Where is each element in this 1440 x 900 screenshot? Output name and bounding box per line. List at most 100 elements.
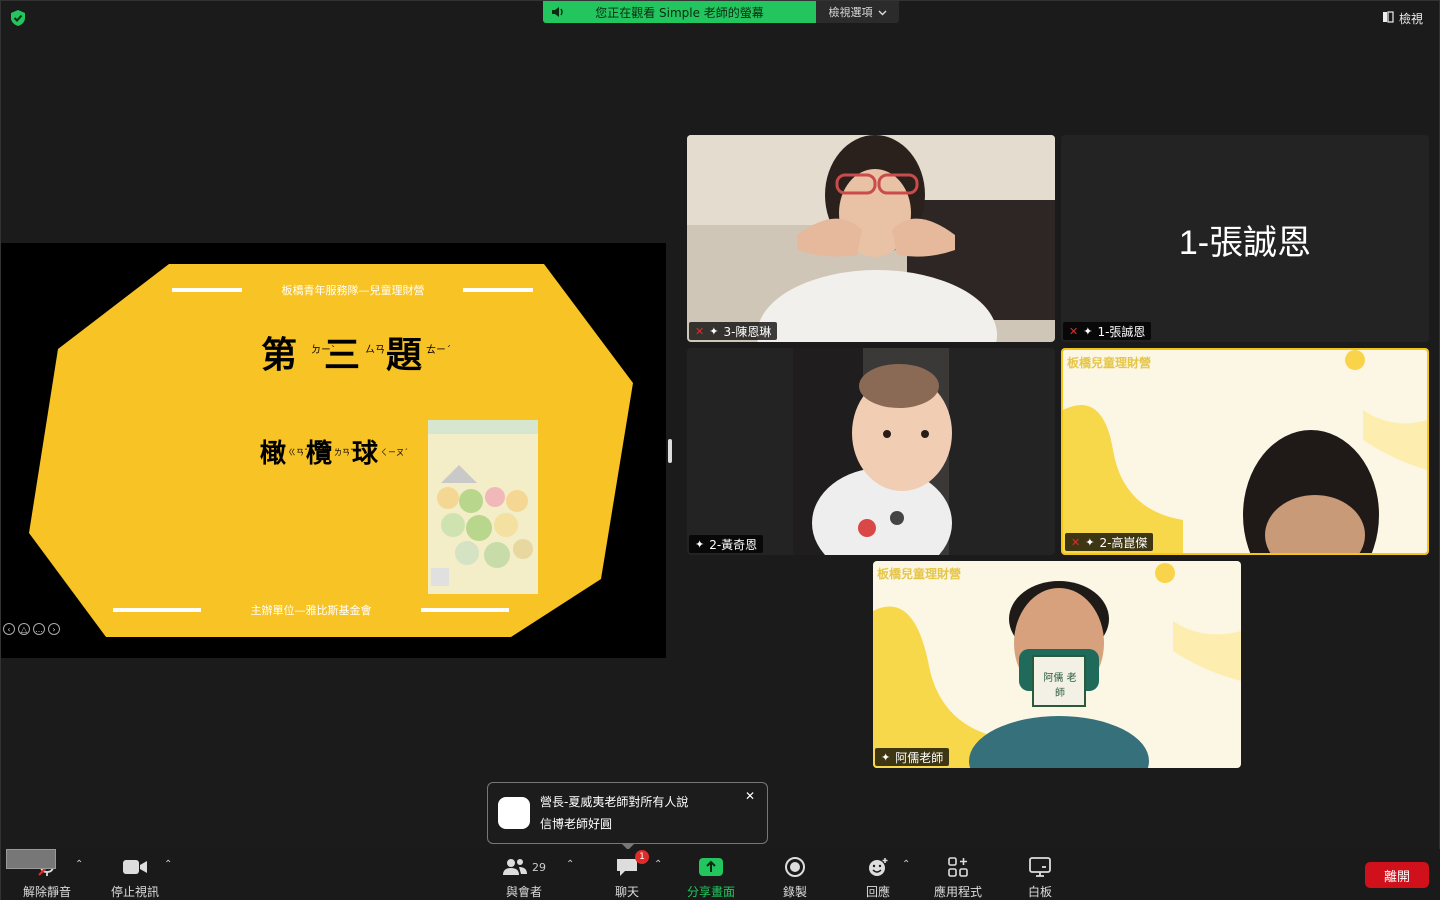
slide-answer-char-1: 橄 [260, 439, 286, 469]
prev-slide-icon[interactable]: ‹ [3, 623, 15, 635]
participant-video [873, 561, 1241, 768]
slide-heading-zhuyin-2: ㄙㄢ [365, 344, 385, 356]
security-shield-icon[interactable] [9, 9, 27, 27]
view-layout-icon [1382, 11, 1394, 26]
slide-canvas: 板橋青年服務隊—兒童理財營 第 ㄉㄧˋ 三 ㄙㄢ 題 ㄊㄧˊ 橄 ㄍㄢˇ 欖 ㄌ… [29, 264, 633, 637]
share-status-text: 您正在觀看 Simple 老師的螢幕 [595, 5, 764, 20]
participant-count: 29 [532, 860, 546, 874]
audio-options-chevron-icon[interactable]: ⌃ [75, 859, 83, 870]
participant-name-tag: ✕ ✦ 1-張誠恩 [1063, 322, 1152, 340]
stop-video-label: 停止視訊 [110, 885, 159, 899]
reactions-label: 回應 [865, 885, 890, 899]
sender-avatar [498, 797, 530, 829]
participant-name: 1-張誠恩 [1097, 324, 1146, 339]
slide-footer-rule-left [113, 608, 201, 612]
pen-tool-icon[interactable]: △ [18, 623, 30, 635]
slide-rule-left [172, 288, 242, 292]
video-tile[interactable]: 板橋兒童理財營 阿儒 老師 ✦ 阿儒老師 [873, 561, 1241, 768]
mic-muted-icon: ✕ [1071, 535, 1081, 549]
pin-icon: ✦ [709, 324, 719, 338]
speaker-icon[interactable] [543, 6, 573, 18]
slide-heading-zhuyin-3: ㄊㄧˊ [426, 344, 451, 356]
view-button[interactable]: 檢視 [1382, 10, 1423, 27]
participants-icon [503, 859, 527, 875]
pin-icon: ✦ [1085, 535, 1095, 549]
slide-rule-right [463, 288, 533, 292]
record-label: 錄製 [782, 885, 807, 899]
video-tile-active-speaker[interactable]: 板橋兒童理財營 ✕ ✦ 2-高崑傑 [1061, 348, 1429, 555]
view-options-dropdown[interactable]: 檢視選項 [816, 1, 899, 23]
participants-options-chevron-icon[interactable]: ⌃ [566, 859, 574, 870]
video-tile[interactable]: ✕ ✦ 3-陳恩琳 [687, 135, 1055, 342]
participant-name: 阿儒老師 [895, 750, 944, 765]
participant-name: 2-黃奇恩 [709, 537, 758, 552]
view-options-label: 檢視選項 [828, 6, 873, 19]
chat-icon: 1 [615, 850, 649, 881]
more-options-icon[interactable]: … [33, 623, 45, 635]
whiteboard-label: 白板 [1027, 885, 1052, 899]
whiteboard-icon [1028, 853, 1052, 881]
slide-answer-zhuyin-3: ㄑㄧㄡˊ [380, 447, 408, 457]
mic-muted-icon: ✕ [695, 324, 705, 338]
chat-unread-badge: 1 [635, 850, 649, 864]
pin-icon: ✦ [881, 750, 891, 764]
apps-label: 應用程式 [933, 885, 982, 899]
slide-answer-char-2: 欖 [306, 439, 332, 469]
participants-label: 與會者 [505, 885, 542, 899]
view-label: 檢視 [1398, 12, 1423, 26]
slide-heading-char-3: 題 [386, 335, 422, 376]
next-slide-icon[interactable]: › [48, 623, 60, 635]
stop-video-button[interactable]: 停止視訊 [95, 853, 175, 900]
participant-name-tag: ✕ ✦ 2-高崑傑 [1065, 533, 1154, 551]
virtual-background-label: 板橋兒童理財營 [877, 567, 962, 581]
participants-group: 29 [502, 853, 546, 881]
participant-name-tag: ✦ 2-黃奇恩 [689, 535, 764, 553]
share-status: 您正在觀看 Simple 老師的螢幕 [543, 1, 816, 23]
slide-org-title: 板橋青年服務隊—兒童理財營 [282, 283, 425, 297]
self-view-thumbnail[interactable] [6, 849, 56, 869]
participant-name: 3-陳恩琳 [723, 324, 772, 339]
share-screen-icon [698, 853, 724, 881]
video-tile[interactable]: 1-張誠恩 ✕ ✦ 1-張誠恩 [1061, 135, 1429, 342]
video-tile[interactable]: ✦ 2-黃奇恩 [687, 348, 1055, 555]
participant-name: 2-高崑傑 [1099, 535, 1148, 550]
slide-footer: 主辦單位—雅比斯基金會 [251, 603, 372, 617]
video-camera-icon [122, 853, 148, 881]
slide-heading-char-2: 三 [324, 335, 360, 376]
video-options-chevron-icon[interactable]: ⌃ [164, 859, 172, 870]
meeting-toolbar: 解除靜音 ⌃ 停止視訊 ⌃ 29 與會者 ⌃ 1 聊天 ⌃ 分享畫面 錄製 回應… [1, 849, 1440, 900]
participants-button[interactable]: 29 與會者 [484, 853, 564, 900]
reactions-options-chevron-icon[interactable]: ⌃ [902, 859, 910, 870]
chat-label: 聊天 [614, 885, 639, 899]
record-icon [784, 853, 806, 881]
whiteboard-button[interactable]: 白板 [1000, 853, 1080, 900]
participant-video [687, 348, 1055, 555]
slide-heading-char-1: 第 [261, 335, 297, 376]
unmute-label: 解除靜音 [22, 885, 71, 899]
record-button[interactable]: 錄製 [755, 853, 835, 900]
shared-screen[interactable]: 板橋青年服務隊—兒童理財營 第 ㄉㄧˋ 三 ㄙㄢ 題 ㄊㄧˊ 橄 ㄍㄢˇ 欖 ㄌ… [1, 243, 666, 658]
panel-splitter-handle[interactable] [668, 439, 672, 463]
pin-icon: ✦ [1083, 324, 1093, 338]
chevron-down-icon [878, 6, 887, 19]
share-screen-button[interactable]: 分享畫面 [671, 853, 751, 900]
share-screen-label: 分享畫面 [686, 885, 735, 899]
close-icon[interactable]: ✕ [742, 788, 758, 804]
name-card-text: 阿儒 老師 [1043, 673, 1077, 699]
chat-notification[interactable]: 營長-夏威夷老師對所有人說 信博老師好圓 ✕ [487, 782, 768, 844]
apps-button[interactable]: 應用程式 [918, 853, 998, 900]
slide-footer-rule-right [421, 608, 509, 612]
leave-button[interactable]: 離開 [1365, 862, 1429, 888]
chat-sender: 營長-夏威夷老師對所有人說 [540, 795, 689, 809]
zoom-meeting-window: 您正在觀看 Simple 老師的螢幕 檢視選項 檢視 板橋青年服務隊—兒童理財營… [0, 0, 1440, 900]
participant-display-name: 1-張誠恩 [1178, 224, 1312, 262]
participant-video [1063, 350, 1427, 553]
virtual-background-label: 板橋兒童理財營 [1067, 356, 1152, 370]
participant-name-tag: ✦ 阿儒老師 [875, 748, 950, 766]
emoji-icon [867, 853, 889, 881]
pin-icon: ✦ [695, 537, 705, 551]
chat-options-chevron-icon[interactable]: ⌃ [654, 859, 662, 870]
screen-share-banner: 您正在觀看 Simple 老師的螢幕 檢視選項 [543, 1, 899, 23]
chat-message: 信博老師好圓 [540, 817, 613, 831]
participant-name-tag: ✕ ✦ 3-陳恩琳 [689, 322, 778, 340]
